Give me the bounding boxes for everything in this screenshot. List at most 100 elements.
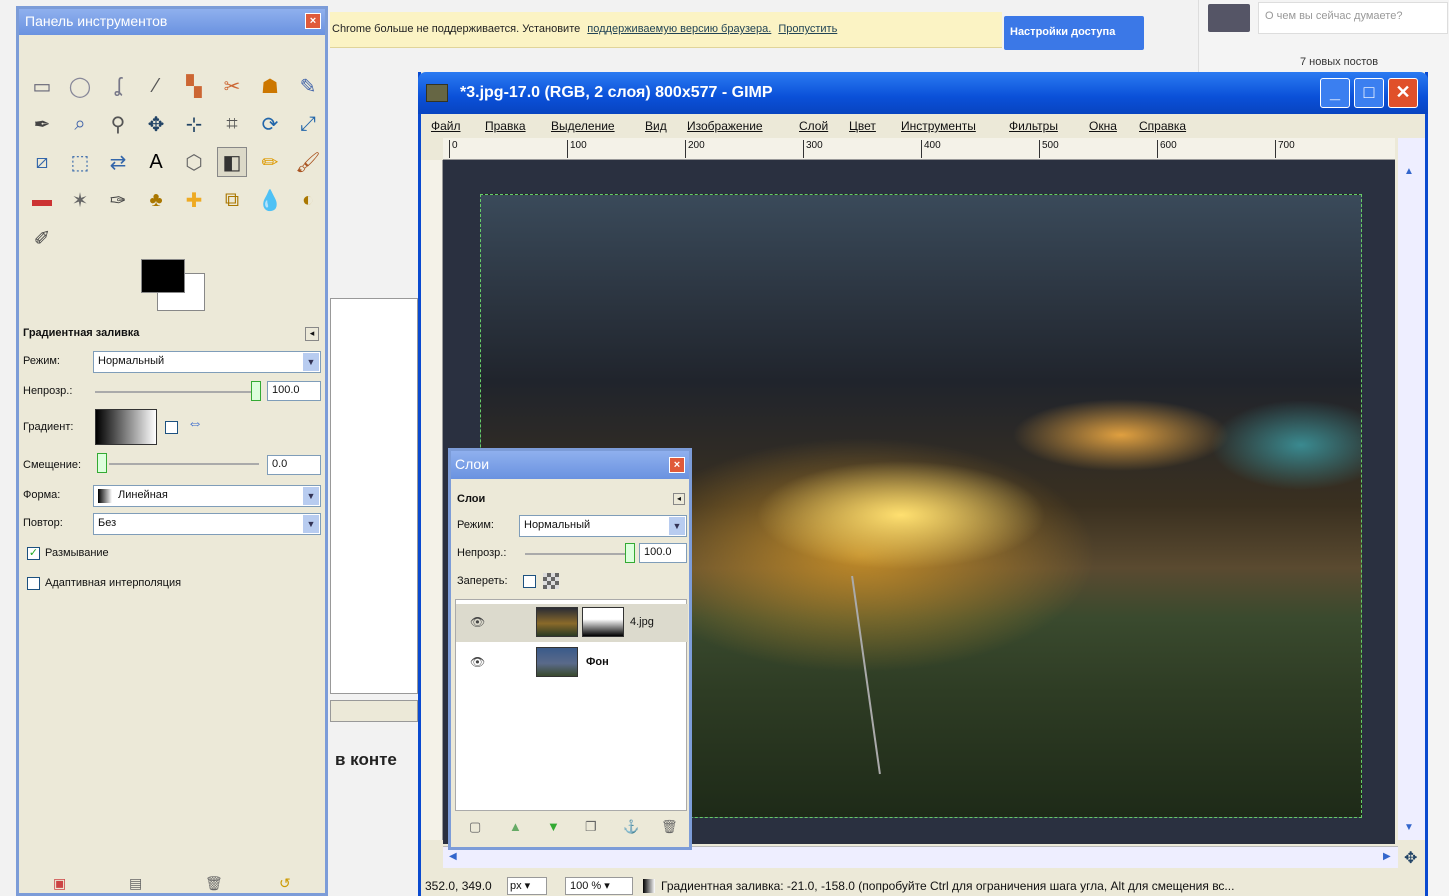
perspective-clone-icon[interactable]: ⧉ (217, 185, 247, 215)
anchor-icon[interactable]: ⚓ (623, 819, 639, 835)
ink-icon[interactable]: ✑ (103, 185, 133, 215)
shape-select[interactable]: Линейная ▼ (93, 485, 321, 507)
text-icon[interactable]: A (141, 147, 171, 177)
foreground-color-swatch[interactable] (141, 259, 185, 293)
gimp-titlebar[interactable]: *3.jpg-17.0 (RGB, 2 слоя) 800x577 - GIMP (418, 72, 1428, 114)
horizontal-ruler[interactable]: 0 100 200 300 400 500 600 700 (443, 138, 1395, 160)
close-icon[interactable]: × (669, 457, 685, 473)
dodge-burn-icon[interactable]: ◐ (293, 185, 323, 215)
shear-icon[interactable]: ⧄ (27, 147, 57, 177)
scissors-icon[interactable]: ✂ (217, 71, 247, 101)
blend-icon[interactable]: ◧ (217, 147, 247, 177)
menu-filters[interactable]: Фильтры (1009, 119, 1058, 133)
access-settings-button[interactable]: Настройки доступа (1004, 16, 1144, 50)
chevron-down-icon[interactable]: ▼ (1404, 822, 1414, 833)
zoom-icon[interactable]: ⌕ (65, 109, 95, 139)
close-icon[interactable]: × (305, 13, 321, 29)
layers-opacity-handle[interactable] (625, 543, 635, 563)
opacity-slider-handle[interactable] (251, 381, 261, 401)
save-options-icon[interactable]: ▣ (53, 875, 66, 892)
layers-mode-select[interactable]: Нормальный ▼ (519, 515, 687, 537)
menu-select[interactable]: Выделение (551, 119, 615, 133)
navigate-icon[interactable]: ✥ (1404, 848, 1417, 868)
align-icon[interactable]: ⊹ (179, 109, 209, 139)
perspective-icon[interactable]: ⬚ (65, 147, 95, 177)
zoom-select[interactable]: 100 % ▾ (565, 877, 633, 895)
infobar-link[interactable]: поддерживаемую версию браузера. (587, 23, 771, 35)
menu-edit[interactable]: Правка (485, 119, 526, 133)
ellipse-select-icon[interactable]: ◯ (65, 71, 95, 101)
heal-icon[interactable]: ✚ (179, 185, 209, 215)
color-swatches[interactable] (141, 259, 205, 317)
color-select-icon[interactable]: ▚ (179, 71, 209, 101)
delete-layer-icon[interactable]: 🗑 (661, 819, 678, 835)
color-picker-icon[interactable]: ✒ (27, 109, 57, 139)
paths-icon[interactable]: ✎ (293, 71, 323, 101)
new-posts-link[interactable]: 7 новых постов (1300, 56, 1378, 68)
toolbox-titlebar[interactable]: Панель инструментов × (19, 9, 325, 35)
chevron-up-icon[interactable]: ▲ (1404, 166, 1414, 177)
lasso-icon[interactable]: ʆ (103, 71, 133, 101)
configure-icon[interactable]: ◂ (305, 327, 319, 341)
smudge-icon[interactable]: 💧 (255, 185, 285, 215)
menu-help[interactable]: Справка (1139, 119, 1186, 133)
delete-options-icon[interactable]: 🗑 (205, 875, 223, 892)
flip-icon[interactable]: ⇄ (103, 147, 133, 177)
menu-color[interactable]: Цвет (849, 119, 876, 133)
lower-layer-icon[interactable]: ▼ (547, 819, 560, 834)
new-layer-icon[interactable]: ▢ (469, 819, 481, 835)
offset-slider[interactable] (109, 463, 259, 465)
convolve-icon[interactable]: ✐ (27, 223, 57, 253)
offset-slider-handle[interactable] (97, 453, 107, 473)
swap-icon[interactable]: ⇔ (187, 415, 203, 433)
configure-icon[interactable]: ◂ (673, 493, 685, 505)
eye-icon[interactable]: 👁 (470, 615, 485, 629)
mode-select[interactable]: Нормальный ▼ (93, 351, 321, 373)
chevron-right-icon[interactable]: ▶ (1383, 851, 1391, 862)
minimize-button[interactable]: _ (1320, 78, 1350, 108)
layers-opacity-spin[interactable]: 100.0 (639, 543, 687, 563)
menu-layer[interactable]: Слой (799, 119, 828, 133)
menu-windows[interactable]: Окна (1089, 119, 1117, 133)
raise-layer-icon[interactable]: ▲ (509, 819, 522, 834)
menu-tools[interactable]: Инструменты (901, 119, 976, 133)
airbrush-icon[interactable]: ✶ (65, 185, 95, 215)
duplicate-layer-icon[interactable]: ❐ (585, 819, 597, 835)
crop-icon[interactable]: ⌗ (217, 109, 247, 139)
layer-row[interactable]: 👁 4.jpg (456, 604, 688, 642)
maximize-button[interactable]: □ (1354, 78, 1384, 108)
eraser-icon[interactable]: ▬ (27, 185, 57, 215)
layers-opacity-slider[interactable] (525, 553, 625, 555)
clone-icon[interactable]: ♣ (141, 185, 171, 215)
move-icon[interactable]: ✥ (141, 109, 171, 139)
lock-alpha-icon[interactable] (543, 573, 559, 589)
adaptive-checkbox[interactable] (27, 577, 40, 590)
foreground-select-icon[interactable]: ☗ (255, 71, 285, 101)
paintbrush-icon[interactable]: 🖌 (293, 147, 323, 177)
layers-tab[interactable]: Слои (457, 493, 485, 505)
vertical-scrollbar[interactable]: ▲ ▼ (1398, 138, 1425, 840)
gradient-preview[interactable] (95, 409, 157, 445)
transform-icon[interactable]: ⬡ (179, 147, 209, 177)
infobar-skip-link[interactable]: Пропустить (778, 23, 837, 35)
fuzzy-select-icon[interactable]: ⁄ (141, 71, 171, 101)
scale-icon[interactable]: ⤢ (293, 109, 323, 139)
menu-view[interactable]: Вид (645, 119, 667, 133)
opacity-slider[interactable] (95, 391, 255, 393)
rect-select-icon[interactable]: ▭ (27, 71, 57, 101)
menu-file[interactable]: Файл (431, 119, 461, 133)
opacity-spin[interactable]: 100.0 (267, 381, 321, 401)
menu-image[interactable]: Изображение (687, 119, 763, 133)
avatar[interactable] (1208, 4, 1250, 32)
restore-options-icon[interactable]: ▤ (129, 875, 142, 892)
pencil-icon[interactable]: ✏ (255, 147, 285, 177)
repeat-select[interactable]: Без ▼ (93, 513, 321, 535)
rotate-icon[interactable]: ⟳ (255, 109, 285, 139)
chevron-left-icon[interactable]: ◀ (449, 851, 457, 862)
unit-select[interactable]: px ▾ (507, 877, 547, 895)
status-input[interactable]: О чем вы сейчас думаете? (1258, 2, 1448, 34)
eye-icon[interactable]: 👁 (470, 655, 485, 669)
lock-pixels-checkbox[interactable] (523, 575, 536, 588)
reverse-checkbox[interactable] (165, 421, 178, 434)
layers-titlebar[interactable]: Слои × (451, 451, 689, 479)
